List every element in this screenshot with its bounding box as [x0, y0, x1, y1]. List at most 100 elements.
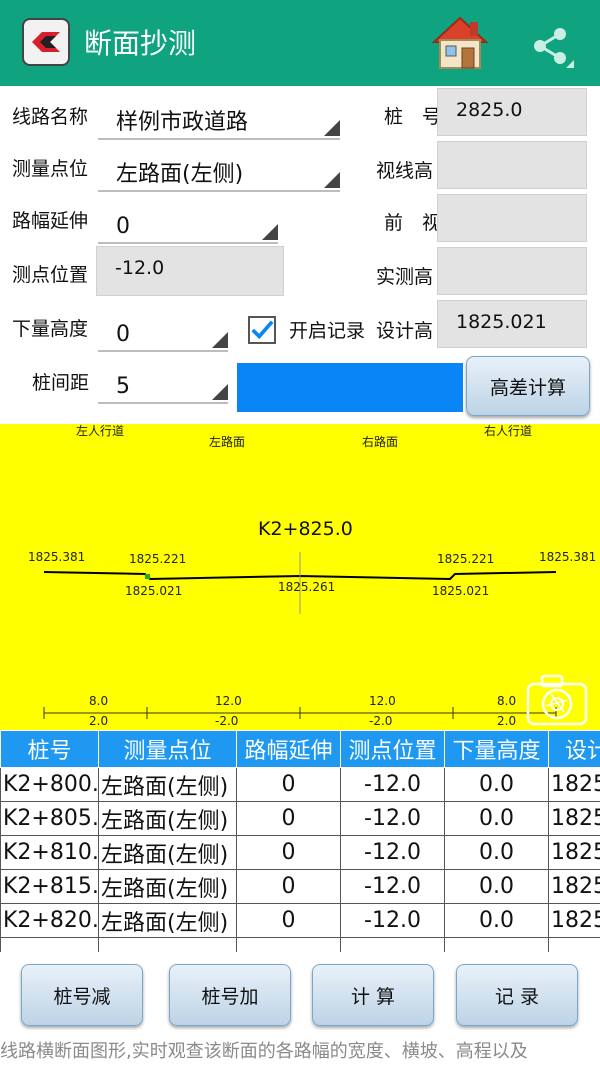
checkmark-icon [251, 320, 274, 340]
record-toggle-label: 开启记录 [289, 320, 366, 342]
col-header-measure-point: 测量点位 [98, 730, 237, 768]
table-row[interactable]: K2+800.0 左路面(左侧) 0 -12.0 0.0 1825 [0, 767, 600, 802]
down-height-select[interactable]: 0 [98, 308, 228, 352]
cell-down-height: 0.0 [444, 903, 549, 938]
sight-height-field[interactable] [437, 141, 587, 189]
cell-design: 1825 [548, 801, 600, 836]
calculate-button[interactable]: 计 算 [312, 964, 434, 1026]
cell-stake: K2+800.0 [0, 767, 99, 802]
record-checkbox[interactable] [248, 316, 276, 344]
width-label: 8.0 [497, 694, 517, 708]
cell-width-ext: 0 [236, 869, 341, 904]
lane-label: 右人行道 [484, 424, 533, 438]
cell-measure-point: 左路面(左侧) [98, 903, 237, 938]
stake-no-label: 桩 号 [384, 106, 442, 128]
cell-design: 1825 [548, 767, 600, 802]
measure-point-value: 左路面(左侧) [116, 162, 244, 187]
elevation-label: 1825.381 [28, 550, 86, 564]
table-row[interactable]: K2+820.0 左路面(左侧) 0 -12.0 0.0 1825 [0, 903, 600, 938]
design-height-field[interactable]: 1825.021 [437, 300, 587, 348]
stake-plus-button[interactable]: 桩号加 [169, 964, 291, 1026]
down-height-label: 下量高度 [12, 318, 89, 340]
table-row[interactable]: K2+805.0 左路面(左侧) 0 -12.0 0.0 1825 [0, 801, 600, 836]
survey-form: 线路名称 样例市政道路 测量点位 左路面(左侧) 路幅延伸 0 测点位置 -12… [0, 86, 600, 424]
dropdown-arrow-icon [324, 172, 340, 188]
col-header-down-height: 下量高度 [444, 730, 549, 768]
cell-down-height [444, 937, 549, 952]
cell-point-pos: -12.0 [340, 903, 445, 938]
station-label: K2+825.0 [258, 518, 353, 540]
stake-interval-label: 桩间距 [32, 372, 90, 394]
dropdown-arrow-icon [262, 224, 278, 240]
width-extension-value: 0 [116, 214, 130, 239]
cell-stake [0, 937, 99, 952]
down-height-value: 0 [116, 322, 130, 347]
foresight-label: 前 视 [384, 212, 442, 234]
cell-down-height: 0.0 [444, 869, 549, 904]
cell-width-ext [236, 937, 341, 952]
height-diff-calc-button[interactable]: 高差计算 [466, 356, 590, 416]
slope-label: -2.0 [215, 714, 239, 728]
slope-label: 2.0 [497, 714, 517, 728]
cell-measure-point: 左路面(左侧) [98, 869, 237, 904]
measure-point-marker [145, 574, 150, 579]
cell-down-height: 0.0 [444, 835, 549, 870]
col-header-point-pos: 测点位置 [340, 730, 445, 768]
stake-minus-button[interactable]: 桩号减 [21, 964, 143, 1026]
width-extension-select[interactable]: 0 [98, 200, 278, 244]
stake-no-field[interactable]: 2825.0 [437, 88, 587, 136]
lane-label: 右路面 [362, 435, 399, 449]
table-row[interactable]: K2+815.0 左路面(左侧) 0 -12.0 0.0 1825 [0, 869, 600, 904]
cell-width-ext: 0 [236, 835, 341, 870]
stake-interval-value: 5 [116, 374, 130, 399]
cell-design [548, 937, 600, 952]
cell-width-ext: 0 [236, 767, 341, 802]
elevation-label: 1825.221 [129, 552, 187, 566]
cell-point-pos: -12.0 [340, 767, 445, 802]
cell-down-height: 0.0 [444, 801, 549, 836]
col-header-design: 设计 [548, 730, 600, 768]
design-height-label: 设计高 [376, 320, 434, 342]
route-name-select[interactable]: 样例市政道路 [98, 96, 340, 140]
result-display-bar [237, 363, 463, 412]
point-position-field[interactable]: -12.0 [96, 246, 284, 296]
table-row[interactable]: K2+810.0 左路面(左侧) 0 -12.0 0.0 1825 [0, 835, 600, 870]
home-icon[interactable] [430, 14, 490, 72]
cell-measure-point: 左路面(左侧) [98, 801, 237, 836]
col-header-width-ext: 路幅延伸 [236, 730, 341, 768]
camera-icon[interactable] [524, 672, 590, 728]
app-logo-icon [22, 18, 70, 66]
cell-stake: K2+810.0 [0, 835, 99, 870]
measured-height-field[interactable] [437, 247, 587, 295]
point-position-label: 测点位置 [12, 264, 89, 286]
lane-label: 左人行道 [76, 424, 125, 438]
cross-section-svg [43, 552, 557, 719]
app-screen: 断面抄测 线路名称 样例市政道路 测量点位 左路面(左侧) 路幅延伸 0 测点位… [0, 0, 600, 1067]
col-header-stake: 桩号 [0, 730, 99, 768]
records-table-container[interactable]: 桩号 测量点位 路幅延伸 测点位置 下量高度 设计 K2+800.0 左路面(左… [0, 730, 600, 952]
table-row[interactable] [0, 937, 600, 952]
cross-section-canvas: 左人行道 左路面 右路面 右人行道 K2+825.0 1825.381 1825… [0, 424, 600, 730]
cell-stake: K2+820.0 [0, 903, 99, 938]
width-label: 8.0 [89, 694, 109, 708]
slope-label: -2.0 [369, 714, 393, 728]
foresight-field[interactable] [437, 194, 587, 242]
measure-point-select[interactable]: 左路面(左侧) [98, 148, 340, 192]
route-name-label: 线路名称 [12, 106, 89, 128]
record-button[interactable]: 记 录 [456, 964, 578, 1026]
cell-point-pos: -12.0 [340, 869, 445, 904]
records-table: 桩号 测量点位 路幅延伸 测点位置 下量高度 设计 K2+800.0 左路面(左… [0, 730, 600, 952]
stake-interval-select[interactable]: 5 [98, 360, 228, 404]
cell-design: 1825 [548, 903, 600, 938]
elevation-label: 1825.381 [539, 550, 597, 564]
cell-width-ext: 0 [236, 903, 341, 938]
route-name-value: 样例市政道路 [116, 110, 249, 135]
sight-height-label: 视线高 [376, 160, 434, 182]
share-icon[interactable] [528, 22, 576, 70]
measured-height-label: 实测高 [376, 266, 434, 288]
cell-measure-point: 左路面(左侧) [98, 835, 237, 870]
stake-no-value: 2825.0 [456, 99, 523, 121]
cell-down-height: 0.0 [444, 767, 549, 802]
dropdown-arrow-icon [212, 332, 228, 348]
cell-point-pos: -12.0 [340, 835, 445, 870]
